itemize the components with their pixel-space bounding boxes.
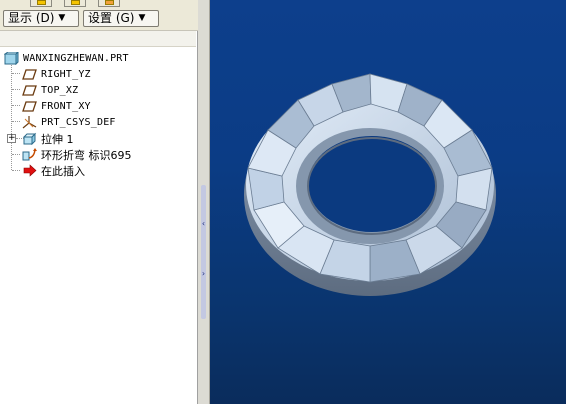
panel-splitter[interactable]: ‹ › [198, 0, 210, 404]
show-menu-label: 显示 (D) [8, 11, 55, 25]
chevron-down-icon: ▼ [138, 13, 146, 23]
tree-item-label: TOP_XZ [41, 85, 79, 96]
tab-favorites[interactable] [98, 0, 120, 7]
tree-item-label: 在此插入 [41, 164, 85, 178]
tree-item-csys[interactable]: PRT_CSYS_DEF [22, 115, 116, 130]
model-tree-panel: 显示 (D) ▼ 设置 (G) ▼ + WANXINGZHEWAN.PRT RI… [0, 0, 198, 404]
expand-panel-handle[interactable]: › [201, 235, 206, 319]
tree-connector [12, 170, 20, 171]
tree-item-label: 拉伸 1 [41, 132, 74, 146]
folder-icon [71, 0, 80, 5]
coordinate-system-icon [22, 116, 37, 129]
tree-connector [12, 121, 20, 122]
tree-connector [12, 89, 20, 90]
ring-center-hole [308, 136, 436, 232]
tree-item-front-xy[interactable]: FRONT_XY [22, 99, 91, 114]
extrude-feature-icon [22, 132, 37, 146]
tree-item-top-xz[interactable]: TOP_XZ [22, 83, 78, 98]
show-menu-button[interactable]: 显示 (D) ▼ [3, 10, 79, 27]
settings-menu-label: 设置 (G) [88, 11, 135, 25]
tree-toolbar: 显示 (D) ▼ 设置 (G) ▼ [0, 8, 198, 31]
tree-column-header [0, 31, 196, 47]
datum-plane-icon [22, 68, 37, 81]
tab-model-tree[interactable] [30, 0, 52, 7]
tree-item-right-yz[interactable]: RIGHT_YZ [22, 67, 91, 82]
tree-item-extrude[interactable]: 拉伸 1 [22, 131, 74, 146]
tree-root-row[interactable]: WANXINGZHEWAN.PRT [3, 50, 129, 66]
tree-item-insert-here[interactable]: 在此插入 [22, 163, 85, 178]
tree-connector [12, 154, 20, 155]
model-3d-view [244, 73, 496, 296]
chevron-down-icon: ▼ [58, 13, 66, 23]
insert-here-arrow-icon [22, 164, 37, 177]
tree-item-label: 环形折弯 标识695 [41, 148, 132, 162]
datum-plane-icon [22, 100, 37, 113]
tree-item-label: FRONT_XY [41, 101, 91, 112]
tree-root-label: WANXINGZHEWAN.PRT [23, 53, 129, 64]
tree-connector [12, 105, 20, 106]
expand-toggle[interactable]: + [7, 134, 16, 143]
tree-item-toroidal-bend[interactable]: 环形折弯 标识695 [22, 147, 132, 162]
tree-item-label: PRT_CSYS_DEF [41, 117, 116, 128]
graphics-viewport[interactable] [210, 0, 566, 404]
toroidal-bend-icon [22, 148, 37, 161]
part-icon [3, 50, 20, 66]
tree-item-label: RIGHT_YZ [41, 69, 91, 80]
tab-folder-browser[interactable] [64, 0, 86, 7]
favorites-icon [105, 0, 114, 5]
tree-connector [12, 73, 20, 74]
settings-menu-button[interactable]: 设置 (G) ▼ [83, 10, 159, 27]
datum-plane-icon [22, 84, 37, 97]
folder-icon [37, 0, 46, 5]
